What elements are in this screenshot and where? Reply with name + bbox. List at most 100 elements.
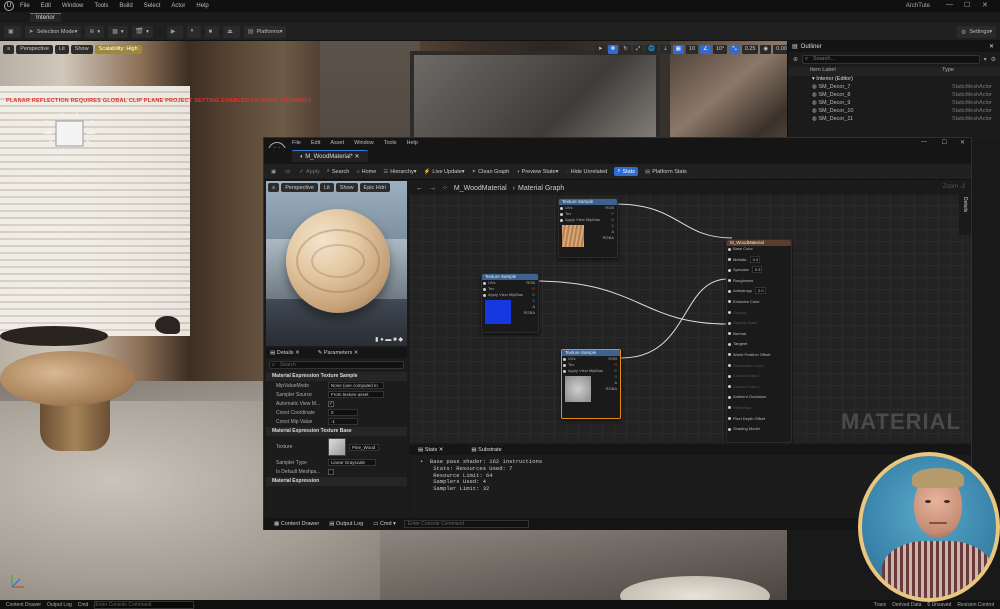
col-item-label[interactable]: Item Label [810, 67, 836, 76]
node-pin[interactable]: Apply View MipBias [562, 368, 620, 374]
node-output-pin[interactable]: R [614, 362, 617, 367]
sampler-type-dropdown[interactable]: Linear Grayscale [328, 459, 376, 466]
menu-help[interactable]: Help [196, 3, 208, 9]
details-search-input[interactable]: ⌕ Search [269, 361, 404, 369]
maximize-icon[interactable]: ☐ [964, 1, 970, 9]
menu-edit[interactable]: Edit [41, 3, 51, 9]
material-input-pin[interactable]: Anisotropy 0.0 [727, 287, 791, 299]
search-button[interactable]: ⌕ Search [327, 168, 350, 175]
material-graph[interactable]: ← → ⁘ M_WoodMaterial › Material Graph Zo… [410, 181, 971, 443]
mat-menu-window[interactable]: Window [354, 140, 374, 146]
material-input-pin[interactable]: Shading Model [727, 426, 791, 437]
mat-menu-edit[interactable]: Edit [311, 140, 320, 146]
filter-icon[interactable]: ▾ [984, 56, 987, 63]
status-unsaved[interactable]: 6 Unsaved [927, 602, 951, 608]
section-texture-base[interactable]: Material Expression Texture Base [266, 427, 407, 436]
stats-button[interactable]: ⌕ Stats [614, 167, 638, 176]
const-mip-input[interactable]: -1 [328, 418, 358, 425]
material-preview-viewport[interactable]: ≡ Perspective Lit Show Epic Hdri ▮ ● ▬ ■… [266, 181, 407, 346]
eject-button[interactable]: ⏏ [223, 25, 240, 38]
node-pin[interactable]: Apply View MipBias [482, 292, 538, 298]
material-input-pin[interactable]: World Position Offset [727, 352, 791, 363]
node-output-pin[interactable]: B [532, 298, 535, 303]
status-revision-control[interactable]: Revision Control [957, 602, 994, 608]
node-output-pin[interactable]: G [614, 368, 617, 373]
node-output-pin[interactable]: RGBA [524, 310, 535, 315]
material-input-pin[interactable]: Refraction [727, 405, 791, 416]
pin-value-input[interactable]: 0.5 [751, 266, 763, 274]
list-item[interactable]: ◍ SM_Decor_7 StaticMeshActor [788, 84, 1000, 92]
mat-menu-help[interactable]: Help [407, 140, 418, 146]
console-command-input[interactable]: Enter Console Command [403, 520, 529, 528]
menu-select[interactable]: Select [144, 3, 161, 9]
mat-menu-file[interactable]: File [292, 140, 301, 146]
list-item[interactable]: ◍ SM_Decor_11 StaticMeshActor [788, 116, 1000, 124]
rotation-snap-icon[interactable]: ∠ [700, 44, 711, 54]
node-output-pin[interactable]: B [614, 374, 617, 379]
save-asset-button[interactable]: ▣ [271, 169, 278, 175]
material-tab[interactable]: ◐ M_WoodMaterial* ✕ [292, 150, 368, 162]
preview-perspective-button[interactable]: Perspective [281, 183, 318, 192]
node-output-pin[interactable]: RGB [605, 205, 614, 210]
cube-icon[interactable]: ■ [393, 337, 397, 343]
scale-snap-icon[interactable]: ⤡ [729, 44, 740, 54]
node-output-pin[interactable]: R [532, 286, 535, 291]
move-tool-icon[interactable]: ✥ [607, 44, 619, 54]
show-button[interactable]: Show [70, 44, 93, 54]
preview-state-button[interactable]: ◑ Preview State ▾ [516, 169, 558, 175]
material-input-pin[interactable]: Pixel Depth Offset [727, 416, 791, 427]
grid-snap-icon[interactable]: ▦ [672, 44, 684, 54]
menu-build[interactable]: Build [119, 3, 132, 9]
perspective-button[interactable]: Perspective [16, 44, 53, 54]
default-meshpaint-checkbox[interactable] [328, 468, 334, 475]
preview-menu-button[interactable]: ≡ [268, 183, 280, 192]
content-drawer-button[interactable]: ▦ Content Drawer [274, 521, 319, 527]
stop-button[interactable]: ■ [204, 25, 220, 38]
node-output-pin[interactable]: RGBA [606, 386, 617, 391]
material-result-node[interactable]: M_WoodMaterial Base Color Metallic 0.0 Spe… [726, 239, 792, 443]
home-button[interactable]: ⌂ Home [356, 169, 376, 175]
node-output-pin[interactable]: G [611, 217, 614, 222]
outliner-search-input[interactable]: ⌕ Search... [802, 55, 980, 64]
mat-maximize-icon[interactable]: ☐ [942, 139, 947, 146]
status-trace[interactable]: Trace [874, 602, 887, 608]
node-output-pin[interactable]: G [532, 292, 535, 297]
mipvaluemode-dropdown[interactable]: None (use computed m [328, 382, 384, 389]
scale-tool-icon[interactable]: ⤢ [632, 44, 644, 54]
tab-close-icon[interactable]: ✕ [355, 154, 360, 160]
material-input-pin[interactable]: Tangent [727, 341, 791, 352]
node-pin[interactable]: Apply View MipBias [559, 217, 617, 223]
material-input-pin[interactable]: Base Color [727, 246, 791, 257]
status-content-drawer[interactable]: Content Drawer [6, 602, 41, 608]
cinematics-button[interactable]: 🎬 ▾ [131, 25, 153, 38]
list-item[interactable]: ◍ SM_Decor_9 StaticMeshActor [788, 100, 1000, 108]
col-type[interactable]: Type [942, 67, 954, 76]
platform-stats-button[interactable]: ▤ Platform Stats [645, 169, 687, 175]
pause-button[interactable]: ⏸ [186, 25, 201, 38]
lit-button[interactable]: Lit [54, 44, 69, 54]
texture-dropdown[interactable]: Pine_Wood [349, 443, 379, 451]
material-input-pin[interactable]: Emissive Color [727, 299, 791, 310]
outliner-close-icon[interactable]: ✕ [989, 43, 994, 50]
details-tab[interactable]: ▤ Details ✕ [266, 350, 300, 356]
material-input-pin[interactable]: Subsurface Color [727, 363, 791, 374]
material-input-pin[interactable]: Custom Data 0 [727, 373, 791, 384]
breadcrumb-root[interactable]: M_WoodMaterial [454, 185, 507, 192]
browse-button[interactable]: ▭ [285, 169, 292, 175]
section-texture-sample[interactable]: Material Expression Texture Sample [266, 372, 407, 381]
mat-menu-asset[interactable]: Asset [330, 140, 344, 146]
sampler-source-dropdown[interactable]: From texture asset [328, 391, 384, 398]
cylinder-icon[interactable]: ▮ [375, 336, 378, 343]
apply-button[interactable]: ✓ Apply [299, 169, 319, 175]
save-button[interactable]: ▣ [4, 25, 21, 38]
camera-speed-value[interactable]: 0.002 [773, 44, 787, 54]
pin-value-input[interactable]: 0.0 [749, 255, 761, 263]
node-output-pin[interactable]: RGB [526, 280, 535, 285]
surface-snap-icon[interactable]: ⇣ [660, 44, 671, 54]
light-source-icon[interactable] [42, 111, 97, 156]
add-button[interactable]: ⊕ ▾ [85, 25, 105, 38]
scale-snap-value[interactable]: 0.25 [741, 44, 759, 54]
node-output-pin[interactable]: A [614, 380, 617, 385]
back-arrow-icon[interactable]: ← [416, 185, 423, 192]
rotation-snap-value[interactable]: 10° [712, 44, 728, 54]
